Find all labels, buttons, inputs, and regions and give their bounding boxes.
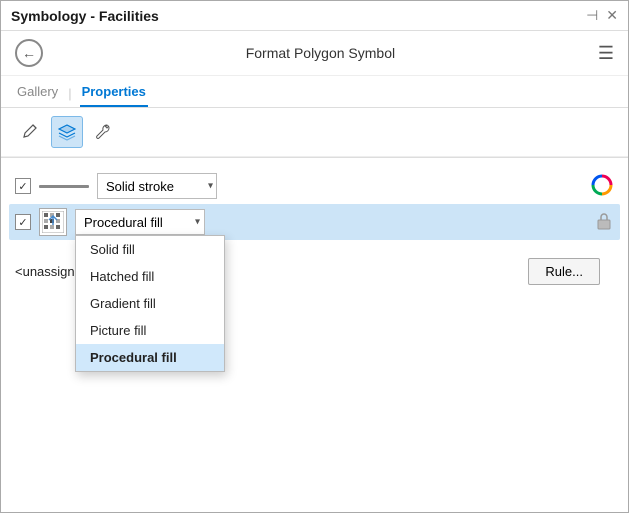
tab-properties[interactable]: Properties	[80, 80, 148, 107]
window-title: Symbology - Facilities	[11, 8, 159, 24]
nav-divider: |	[68, 86, 71, 101]
fill-layer-checkbox[interactable]	[15, 214, 31, 230]
wrench-icon	[94, 123, 112, 141]
toolbar	[1, 108, 628, 157]
layers-area: Solid stroke ▾	[1, 162, 628, 512]
fill-type-dropdown[interactable]: Procedural fill ▾	[75, 209, 205, 235]
hamburger-menu-icon[interactable]: ☰	[598, 43, 614, 64]
back-arrow-icon: ←	[22, 45, 36, 61]
nav-tabs: Gallery | Properties	[1, 76, 628, 108]
tab-gallery[interactable]: Gallery	[15, 80, 60, 107]
title-bar: Symbology - Facilities ⊣ ✕	[1, 1, 628, 31]
pin-icon[interactable]: ⊣	[586, 7, 598, 24]
stroke-color-icon	[590, 173, 614, 200]
dropdown-option-picture-fill[interactable]: Picture fill	[76, 317, 224, 344]
fill-dropdown-menu: Solid fill Hatched fill Gradient fill Pi…	[75, 235, 225, 372]
stroke-layer-row: Solid stroke ▾	[15, 168, 614, 204]
stroke-line-preview	[39, 185, 89, 188]
dropdown-option-gradient-fill[interactable]: Gradient fill	[76, 290, 224, 317]
stroke-type-dropdown[interactable]: Solid stroke	[97, 173, 217, 199]
lock-icon	[594, 211, 614, 231]
layers-tool-button[interactable]	[51, 116, 83, 148]
header-row: ← Format Polygon Symbol ☰	[1, 31, 628, 76]
pencil-tool-button[interactable]	[15, 116, 47, 148]
back-button[interactable]: ←	[15, 39, 43, 67]
fill-dropdown-arrow-icon: ▾	[195, 217, 200, 228]
close-icon[interactable]: ✕	[606, 7, 618, 24]
fill-lock-icon	[594, 211, 614, 234]
fill-dropdown-container: Procedural fill ▾ Solid fill Hatched fil…	[75, 209, 205, 235]
color-wheel-icon	[590, 173, 614, 197]
title-bar-controls: ⊣ ✕	[586, 7, 618, 24]
fill-layer-row[interactable]: Procedural fill ▾ Solid fill Hatched fil…	[9, 204, 620, 240]
procedural-fill-preview-icon	[42, 211, 64, 233]
pencil-icon	[22, 123, 40, 141]
rule-button[interactable]: Rule...	[528, 258, 600, 285]
header-title: Format Polygon Symbol	[53, 45, 588, 61]
layers-icon	[58, 123, 76, 141]
fill-layer-icon	[39, 208, 67, 236]
stroke-layer-checkbox[interactable]	[15, 178, 31, 194]
main-window: Symbology - Facilities ⊣ ✕ ← Format Poly…	[0, 0, 629, 513]
stroke-dropdown-container: Solid stroke ▾	[97, 173, 217, 199]
dropdown-option-procedural-fill[interactable]: Procedural fill	[76, 344, 224, 371]
fill-dropdown-value: Procedural fill	[84, 215, 163, 230]
dropdown-option-solid-fill[interactable]: Solid fill	[76, 236, 224, 263]
wrench-tool-button[interactable]	[87, 116, 119, 148]
dropdown-option-hatched-fill[interactable]: Hatched fill	[76, 263, 224, 290]
